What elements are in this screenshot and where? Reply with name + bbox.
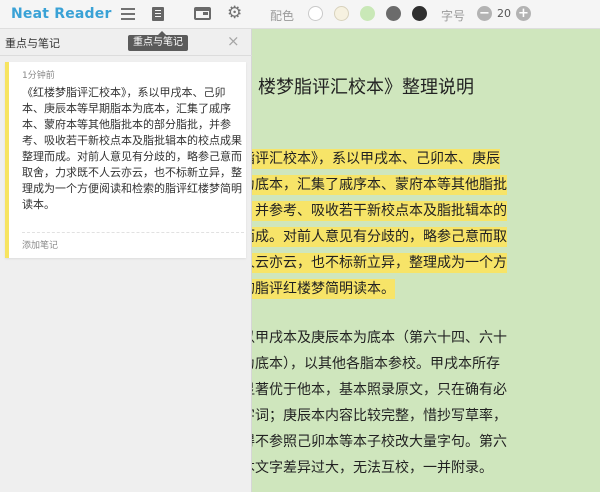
reader-area[interactable]: 楼梦脂评汇校本》整理说明 脂评汇校本》，系以甲戌本、己卯本、庚辰 为底本，汇集了… [252,29,600,492]
swatch-white[interactable] [308,6,323,21]
text-line: 人云亦云，也不标新立异，整理成为一个方 [252,250,600,276]
paragraph-2: 以甲戌本及庚辰本为底本（第六十四、六十 为底本），以其他各脂本参校。甲戌本所存 … [252,325,600,481]
text-line: 而成。对前人意见有分歧的，略参己意而取 [252,224,600,250]
chapter-heading: 楼梦脂评汇校本》整理说明 [258,77,474,98]
notes-panel: 重点与笔记 重点与笔记 × 1分钟前 《红楼梦脂评汇校本》，系以甲戌本、己卯本、… [0,29,252,492]
highlighted-text[interactable]: 脂评汇校本》，系以甲戌本、己卯本、庚辰 [252,149,500,169]
note-card[interactable]: 1分钟前 《红楼梦脂评汇校本》，系以甲戌本、己卯本、庚辰本等早期脂本为底本，汇集… [5,62,246,258]
text-line: 本文字差异过大，无法互校，一并附录。 [252,460,493,476]
text-line: 显著优于他本，基本照录原文，只在确有必 [252,382,507,398]
swatch-black[interactable] [412,6,427,21]
swatch-cream[interactable] [334,6,349,21]
note-text: 《红楼梦脂评汇校本》，系以甲戌本、己卯本、庚辰本等早期脂本为底本，汇集了戚序本、… [22,86,242,211]
increase-font-button[interactable]: + [516,6,531,21]
display-icon[interactable] [194,7,211,20]
text-line: 脂评汇校本》，系以甲戌本、己卯本、庚辰 [252,146,600,172]
highlighted-text[interactable]: 的脂评红楼梦简明读本。 [252,279,395,299]
swatch-gray[interactable] [386,6,401,21]
tooltip: 重点与笔记 [128,35,188,51]
toolbar: Neat Reader ⚙ 配色 字号 − 20 + [0,0,600,29]
app-title: Neat Reader [11,6,112,22]
notes-panel-header: 重点与笔记 重点与笔记 × [0,29,252,56]
highlighted-text[interactable]: 而成。对前人意见有分歧的，略参己意而取 [252,227,507,247]
menu-icon[interactable] [121,8,135,20]
add-note-button[interactable]: 添加笔记 [22,238,58,251]
note-divider [22,232,244,233]
text-line: 为底本），以其他各脂本参校。甲戌本所存 [252,356,500,372]
text-line: 以甲戌本及庚辰本为底本（第六十四、六十 [252,330,507,346]
highlighted-text[interactable]: ，并参考、吸收若干新校点本及脂批辑本的 [252,201,507,221]
note-time: 1分钟前 [22,71,55,81]
text-line: 字词；庚辰本内容比较完整，惜抄写草率， [252,408,507,424]
text-line: 为底本，汇集了戚序本、蒙府本等其他脂批 [252,172,600,198]
color-label: 配色 [270,9,295,23]
gear-icon[interactable]: ⚙ [227,5,242,22]
text-line: 得不参照己卯本等本子校改大量字句。第六 [252,434,507,450]
text-line: 的脂评红楼梦简明读本。 [252,276,600,302]
font-size-label: 字号 [441,9,466,23]
swatch-green[interactable] [360,6,375,21]
highlighted-text[interactable]: 为底本，汇集了戚序本、蒙府本等其他脂批 [252,175,507,195]
text-line: ，并参考、吸收若干新校点本及脂批辑本的 [252,198,600,224]
panel-title: 重点与笔记 [5,37,60,50]
font-size-value: 20 [497,7,511,20]
paragraph-1: 脂评汇校本》，系以甲戌本、己卯本、庚辰 为底本，汇集了戚序本、蒙府本等其他脂批 … [252,146,600,302]
highlighted-text[interactable]: 人云亦云，也不标新立异，整理成为一个方 [252,253,507,273]
close-icon[interactable]: × [227,32,240,50]
notes-icon[interactable] [152,7,164,21]
decrease-font-button[interactable]: − [477,6,492,21]
